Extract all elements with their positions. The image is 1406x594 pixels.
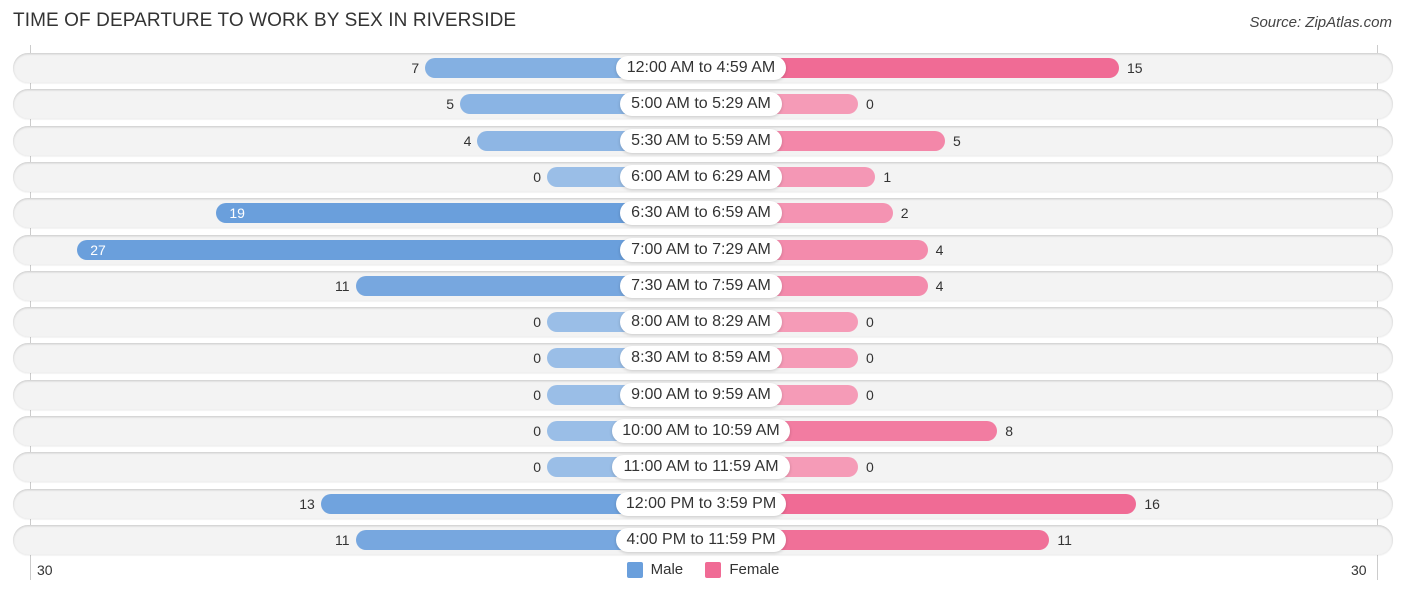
value-label-female: 0 — [866, 386, 874, 403]
value-label-female: 1 — [883, 168, 892, 185]
category-label: 12:00 AM to 4:59 AM — [616, 56, 786, 80]
value-label-female: 15 — [1127, 60, 1143, 76]
category-label: 4:00 PM to 11:59 PM — [616, 527, 786, 552]
value-label-male: 0 — [533, 459, 541, 476]
category-label: 6:30 AM to 6:59 AM — [620, 201, 782, 226]
legend-item-female[interactable]: Female — [705, 561, 779, 578]
legend-swatch-male — [626, 561, 643, 578]
chart-area: 30 30 7 15 12:00 AM to 4:59 AM 5 0 5:00 AM to 5… — [0, 0, 1406, 594]
category-label: 6:00 AM to 6:29 AM — [620, 164, 782, 189]
value-label-female: 2 — [900, 205, 909, 222]
category-label: 7:00 AM to 7:29 AM — [620, 237, 782, 262]
value-label-male: 11 — [335, 277, 350, 294]
legend-swatch-female — [705, 561, 722, 578]
category-label: 5:00 AM to 5:29 AM — [620, 92, 782, 117]
value-label-female: 4 — [935, 241, 944, 258]
value-label-female: 11 — [1057, 531, 1072, 548]
value-label-female: 0 — [866, 314, 874, 331]
category-label: 8:00 AM to 8:29 AM — [620, 310, 782, 335]
value-label-female: 16 — [1144, 495, 1160, 512]
category-label: 9:00 AM to 9:59 AM — [620, 382, 782, 407]
value-label-male: 19 — [229, 205, 245, 222]
value-label-female: 8 — [1005, 423, 1013, 439]
bar-male[interactable] — [77, 239, 701, 260]
category-label: 7:30 AM to 7:59 AM — [620, 273, 782, 298]
value-label-male: 11 — [335, 531, 350, 548]
legend: Male Female — [0, 561, 1406, 582]
category-label: 12:00 PM to 3:59 PM — [616, 491, 786, 516]
value-label-female: 5 — [953, 132, 961, 149]
value-label-male: 0 — [533, 386, 541, 403]
value-label-male: 4 — [463, 132, 472, 149]
category-label: 5:30 AM to 5:59 AM — [620, 128, 782, 153]
value-label-male: 13 — [299, 495, 315, 512]
value-label-female: 0 — [866, 459, 874, 476]
value-label-male: 0 — [533, 168, 541, 185]
category-label: 10:00 AM to 10:59 AM — [612, 419, 790, 443]
value-label-female: 0 — [866, 350, 874, 367]
value-label-female: 0 — [866, 96, 874, 113]
value-label-female: 4 — [935, 277, 944, 294]
value-label-male: 0 — [533, 423, 541, 439]
legend-label-male: Male — [650, 561, 684, 578]
value-label-male: 5 — [446, 96, 454, 113]
category-label: 11:00 AM to 11:59 AM — [612, 455, 790, 480]
legend-label-female: Female — [729, 561, 780, 578]
category-label: 8:30 AM to 8:59 AM — [620, 346, 782, 371]
value-label-male: 0 — [533, 350, 541, 367]
legend-item-male[interactable]: Male — [626, 561, 684, 578]
value-label-male: 27 — [90, 241, 106, 258]
value-label-male: 0 — [533, 314, 541, 331]
value-label-male: 7 — [411, 60, 420, 76]
